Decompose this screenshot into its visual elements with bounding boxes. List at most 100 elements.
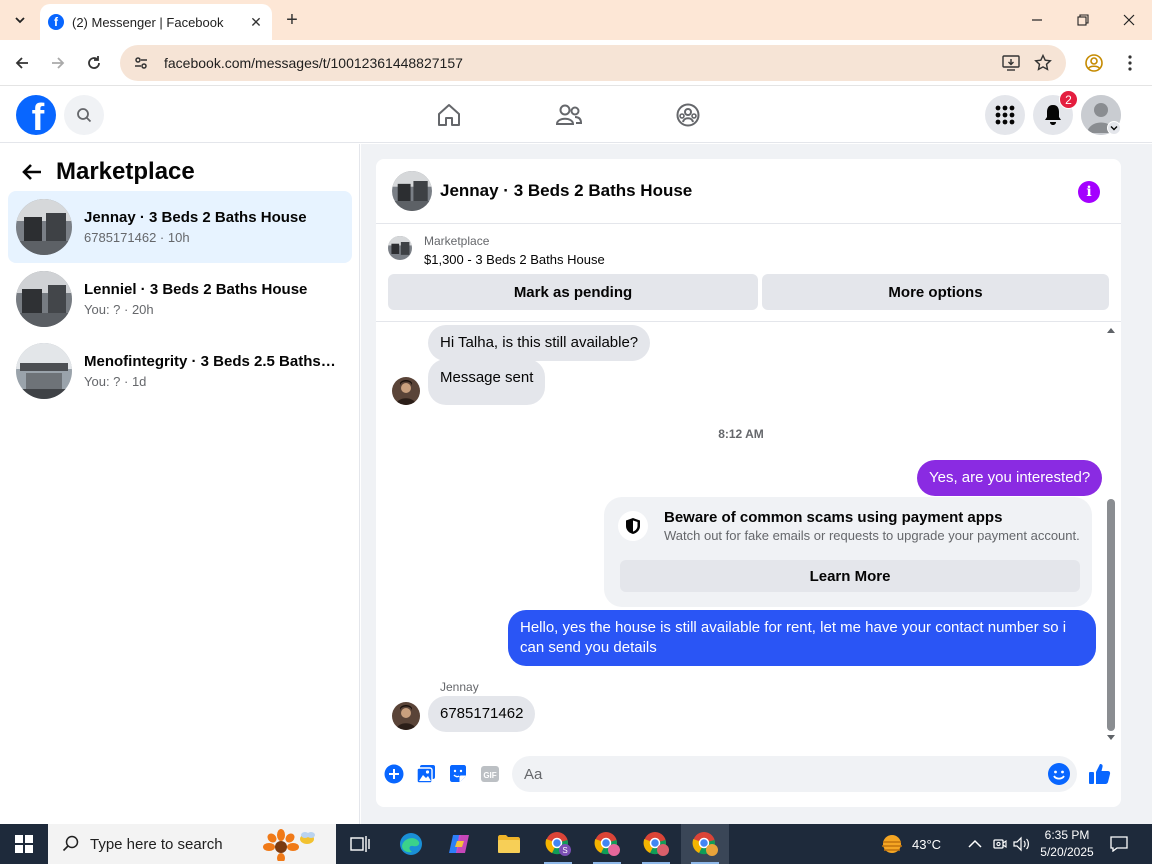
message-timestamp: 8:12 AM	[718, 427, 764, 441]
close-window-button[interactable]	[1106, 0, 1152, 40]
copilot-icon	[449, 835, 469, 853]
emoji-icon[interactable]	[1048, 763, 1070, 785]
chrome-profile-app[interactable]	[583, 824, 631, 864]
facebook-logo-icon[interactable]: f	[16, 95, 56, 135]
site-settings-icon[interactable]	[132, 54, 150, 72]
chat-panel: Jennay · 3 Beds 2 Baths House i Marketpl…	[376, 159, 1121, 807]
chrome-icon	[692, 832, 718, 856]
folder-icon	[498, 835, 520, 853]
nav-home[interactable]	[433, 99, 465, 131]
outgoing-message: Hello, yes the house is still available …	[508, 610, 1096, 666]
back-button[interactable]	[8, 49, 36, 77]
address-bar[interactable]: facebook.com/messages/t/1001236144882715…	[120, 45, 1066, 81]
new-tab-button[interactable]: +	[280, 8, 304, 32]
nav-friends[interactable]	[553, 99, 585, 131]
restore-icon	[1077, 14, 1089, 26]
close-icon	[1123, 14, 1135, 26]
scam-warning-card: Beware of common scams using payment app…	[604, 497, 1092, 607]
sender-name-label: Jennay	[440, 680, 479, 694]
browser-toolbar: facebook.com/messages/t/1001236144882715…	[0, 40, 1152, 86]
account-chevron-icon[interactable]	[1107, 121, 1121, 135]
taskbar-search-box[interactable]: Type here to search	[48, 824, 336, 864]
notification-count-badge: 2	[1059, 90, 1078, 109]
message-thread: Hi Talha, is this still available? Messa…	[376, 322, 1121, 742]
copilot-app[interactable]	[435, 824, 483, 864]
plus-circle-icon[interactable]	[383, 763, 405, 785]
action-center-icon[interactable]	[1108, 834, 1130, 854]
search-icon	[77, 108, 92, 123]
friends-icon	[555, 104, 583, 125]
scroll-up-arrow[interactable]	[1106, 325, 1116, 335]
conversation-item[interactable]: Jennay · 3 Beds 2 Baths House 6785171462…	[8, 191, 352, 263]
chrome-profile-app[interactable]	[632, 824, 680, 864]
reload-button[interactable]	[80, 49, 108, 77]
photo-icon[interactable]	[415, 763, 437, 785]
facebook-favicon-icon: f	[48, 14, 64, 30]
bookmark-star-icon[interactable]	[1032, 52, 1054, 74]
tab-search-button[interactable]	[6, 7, 34, 33]
restore-button[interactable]	[1060, 0, 1106, 40]
incoming-message: Message sent	[428, 359, 546, 405]
system-clock[interactable]: 6:35 PM 5/20/2025	[1034, 827, 1100, 861]
conversation-thumbnail	[16, 343, 72, 399]
arrow-right-icon	[52, 57, 65, 69]
sender-avatar[interactable]	[392, 377, 420, 405]
show-hidden-icons-chevron-icon[interactable]	[966, 835, 984, 853]
file-explorer-app[interactable]	[485, 824, 533, 864]
chat-title[interactable]: Jennay · 3 Beds 2 Baths House	[440, 181, 692, 201]
chrome-profile-app[interactable]: S	[534, 824, 582, 864]
scroll-down-arrow[interactable]	[1106, 733, 1116, 743]
task-view-button[interactable]	[336, 824, 384, 864]
browser-tab-messenger[interactable]: f (2) Messenger | Facebook ✕	[40, 4, 272, 40]
info-icon[interactable]: i	[1078, 181, 1100, 203]
nav-groups[interactable]	[672, 99, 704, 131]
message-input[interactable]	[512, 756, 1077, 792]
sticker-icon[interactable]	[447, 763, 469, 785]
listing-thumbnail[interactable]	[388, 236, 412, 260]
profile-icon[interactable]	[1080, 49, 1108, 77]
learn-more-button[interactable]: Learn More	[620, 560, 1080, 592]
meet-now-icon[interactable]	[990, 835, 1008, 853]
chrome-profile-app-active[interactable]	[681, 824, 729, 864]
start-button[interactable]	[0, 824, 48, 864]
listing-price-title[interactable]: $1,300 - 3 Beds 2 Baths House	[424, 252, 605, 267]
conversation-thumbnail	[16, 271, 72, 327]
chat-scrollbar-thumb[interactable]	[1107, 499, 1115, 731]
conversation-item[interactable]: Lenniel · 3 Beds 2 Baths House You: ? · …	[8, 263, 352, 335]
taskbar-search-placeholder: Type here to search	[90, 835, 223, 853]
windows-logo-icon	[15, 835, 33, 853]
install-app-icon[interactable]	[1000, 52, 1022, 74]
listing-banner: Marketplace $1,300 - 3 Beds 2 Baths Hous…	[376, 224, 1121, 322]
minimize-button[interactable]	[1014, 0, 1060, 40]
back-arrow-button[interactable]	[16, 156, 48, 188]
chrome-icon	[594, 832, 620, 856]
facebook-search-button[interactable]	[64, 95, 104, 135]
edge-icon	[400, 833, 422, 855]
more-options-button[interactable]: More options	[762, 274, 1109, 310]
groups-icon	[676, 103, 700, 127]
edge-app[interactable]	[387, 824, 435, 864]
conversation-name: Lenniel · 3 Beds 2 Baths House	[84, 281, 308, 298]
conversation-item[interactable]: Menofintegrity · 3 Beds 2.5 Baths ... Yo…	[8, 335, 352, 407]
marketplace-sidebar: Marketplace Jennay · 3 Beds 2 Baths Hous…	[0, 144, 360, 824]
minimize-icon	[1032, 19, 1042, 21]
volume-icon[interactable]	[1013, 835, 1031, 853]
outgoing-message: Yes, are you interested?	[917, 460, 1103, 496]
chat-header: Jennay · 3 Beds 2 Baths House i	[376, 159, 1121, 224]
forward-button[interactable]	[44, 49, 72, 77]
menu-grid-button[interactable]	[985, 95, 1025, 135]
home-icon	[438, 104, 460, 126]
message-composer: GIF	[376, 754, 1121, 807]
browser-menu-icon[interactable]	[1116, 49, 1144, 77]
chat-thumbnail[interactable]	[392, 171, 432, 211]
gif-icon[interactable]: GIF	[479, 763, 501, 785]
scam-warning-title: Beware of common scams using payment app…	[664, 509, 1003, 526]
url-text: facebook.com/messages/t/1001236144882715…	[164, 55, 463, 71]
thumbs-up-icon[interactable]	[1088, 762, 1112, 786]
clock-time: 6:35 PM	[1044, 828, 1090, 842]
conversation-preview: You: ? · 20h	[84, 302, 154, 317]
weather-widget[interactable]: 43°C	[880, 824, 941, 864]
mark-as-pending-button[interactable]: Mark as pending	[388, 274, 758, 310]
close-tab-icon[interactable]: ✕	[248, 14, 264, 30]
sender-avatar[interactable]	[392, 702, 420, 730]
